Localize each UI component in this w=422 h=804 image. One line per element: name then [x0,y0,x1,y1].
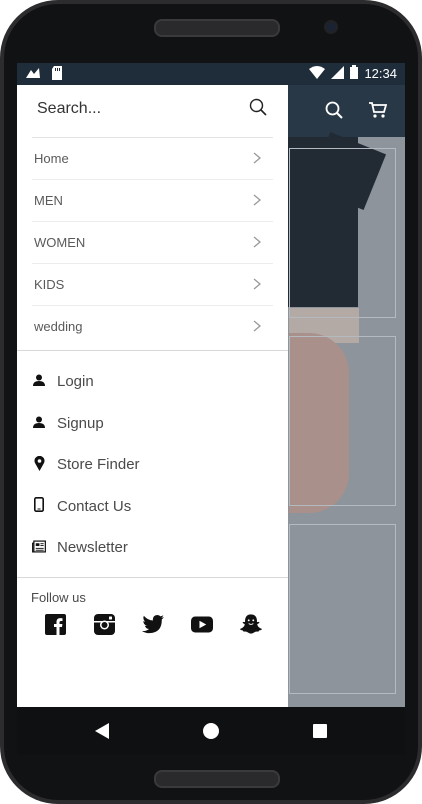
product-card[interactable] [289,524,396,694]
menu-item-women[interactable]: WOMEN [32,222,273,264]
notification-icon [25,66,41,85]
menu-item-kids[interactable]: KIDS [32,264,273,306]
link-label: Contact Us [57,497,132,515]
search-input[interactable]: Search... [37,100,101,118]
snapchat-icon[interactable] [240,613,262,635]
link-label: Login [57,373,94,390]
link-login[interactable]: Login [32,363,273,405]
phone-icon [32,497,46,513]
account-links: Login Signup Store Finder Contact Us New… [32,363,273,571]
newspaper-icon [32,538,46,554]
social-links [44,613,262,635]
battery-icon [350,65,359,82]
menu-item-men[interactable]: MEN [32,180,273,222]
home-button[interactable] [203,723,219,739]
product-card[interactable] [289,336,396,506]
twitter-icon[interactable] [142,613,164,635]
chevron-right-icon [253,277,262,295]
menu-item-wedding[interactable]: wedding [32,306,273,347]
product-card[interactable] [289,148,396,318]
menu-item-home[interactable]: Home [32,138,273,180]
recent-apps-button[interactable] [313,724,327,738]
facebook-icon[interactable] [44,613,66,635]
top-speaker [154,19,280,37]
search-icon[interactable] [325,101,343,124]
link-contact-us[interactable]: Contact Us [32,488,273,530]
link-signup[interactable]: Signup [32,405,273,447]
chevron-right-icon [253,193,262,211]
link-label: Store Finder [57,456,140,473]
menu-item-label: Home [34,151,69,166]
system-navigation-bar [17,707,405,755]
wifi-icon [309,65,326,82]
drawer-search[interactable]: Search... [32,85,273,138]
navigation-drawer: Search... Home MEN WOMEN KIDS wedding Lo… [17,85,288,707]
back-button[interactable] [95,723,109,744]
link-label: Signup [57,414,104,432]
instagram-icon[interactable] [93,613,115,635]
menu-item-label: WOMEN [34,235,86,250]
section-divider [17,350,288,351]
link-store-finder[interactable]: Store Finder [32,446,273,488]
section-divider [17,577,288,578]
signal-icon [331,65,345,82]
user-icon [32,372,46,388]
link-newsletter[interactable]: Newsletter [32,529,273,571]
search-icon[interactable] [249,98,267,121]
user-icon [32,414,46,430]
chevron-right-icon [253,319,262,337]
front-camera [326,22,336,32]
menu-item-label: KIDS [34,277,65,292]
status-time: 12:34 [364,66,397,81]
youtube-icon[interactable] [191,613,213,635]
sd-card-icon [51,66,63,85]
category-menu: Home MEN WOMEN KIDS wedding [32,138,273,347]
chevron-right-icon [253,235,262,253]
link-label: Newsletter [57,539,128,556]
cart-icon[interactable] [369,101,388,124]
location-pin-icon [32,455,46,471]
menu-item-label: MEN [34,193,63,208]
status-bar: 12:34 [17,63,405,85]
menu-item-label: wedding [34,319,83,334]
follow-us-label: Follow us [31,590,86,605]
bottom-speaker [154,770,280,788]
chevron-right-icon [253,151,262,169]
screen: 12:34 Search... Home MEN WOMEN KIDS wedd… [17,63,405,707]
